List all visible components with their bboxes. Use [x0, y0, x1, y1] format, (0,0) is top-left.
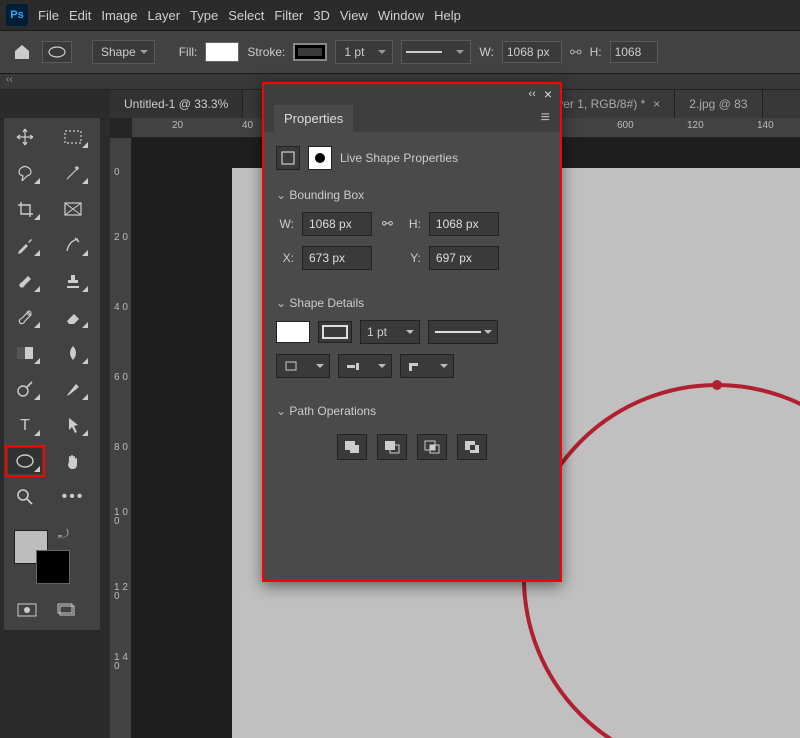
height-input[interactable]: [610, 41, 658, 63]
color-swatches: ⤾: [8, 526, 96, 586]
tools-panel: T ••• ⤾: [4, 118, 100, 630]
type-tool[interactable]: T: [8, 412, 42, 438]
menu-filter[interactable]: Filter: [274, 8, 303, 23]
collapse-icon[interactable]: ‹‹: [528, 88, 535, 100]
eyedropper-tool[interactable]: [8, 232, 42, 258]
width-input[interactable]: [502, 41, 562, 63]
stroke-weight-dropdown[interactable]: 1 pt: [360, 320, 420, 344]
ruler-vertical: 0 2 0 4 0 6 0 8 0 1 0 0 1 2 0 1 4 0: [110, 138, 132, 738]
width-label: W:: [479, 45, 493, 59]
menu-layer[interactable]: Layer: [148, 8, 181, 23]
stroke-caps-dropdown[interactable]: [338, 354, 392, 378]
menu-type[interactable]: Type: [190, 8, 218, 23]
fill-label: Fill:: [179, 45, 198, 59]
anchor-top[interactable]: [712, 380, 722, 390]
crop-tool[interactable]: [8, 196, 42, 222]
history-brush-tool[interactable]: [8, 304, 42, 330]
options-bar: Shape Fill: Stroke: 1 pt W: ⚯ H:: [0, 30, 800, 74]
bb-width-label: W:: [276, 217, 294, 231]
pathop-combine[interactable]: [337, 434, 367, 460]
shape-mode-dropdown[interactable]: Shape: [92, 40, 155, 64]
marquee-tool[interactable]: [56, 124, 90, 150]
pathop-exclude[interactable]: [457, 434, 487, 460]
close-icon[interactable]: ×: [653, 97, 660, 111]
menu-image[interactable]: Image: [101, 8, 137, 23]
zoom-tool[interactable]: [8, 484, 42, 510]
pathop-subtract[interactable]: [377, 434, 407, 460]
menu-edit[interactable]: Edit: [69, 8, 91, 23]
stroke-align-dropdown[interactable]: [276, 354, 330, 378]
bounding-box-section[interactable]: Bounding Box: [276, 188, 548, 202]
ellipse-shape-preview[interactable]: [42, 41, 72, 63]
link-wh-icon[interactable]: ⚯: [380, 216, 395, 232]
menu-bar: Ps File Edit Image Layer Type Select Fil…: [0, 0, 800, 30]
bb-x-input[interactable]: [302, 246, 372, 270]
shape-details-section[interactable]: Shape Details: [276, 296, 548, 310]
magic-wand-tool[interactable]: [56, 160, 90, 186]
menu-window[interactable]: Window: [378, 8, 424, 23]
menu-file[interactable]: File: [38, 8, 59, 23]
swap-colors-icon[interactable]: ⤾: [58, 526, 69, 542]
mask-thumb-icon: [308, 146, 332, 170]
link-icon[interactable]: ⚯: [570, 44, 582, 61]
background-swatch[interactable]: [36, 550, 70, 584]
tab-active[interactable]: Untitled-1 @ 33.3%: [110, 90, 243, 118]
stamp-tool[interactable]: [56, 268, 90, 294]
bb-y-input[interactable]: [429, 246, 499, 270]
close-icon[interactable]: ×: [544, 86, 552, 102]
svg-text:T: T: [20, 417, 30, 433]
stroke-label: Stroke:: [247, 45, 285, 59]
bb-height-label: H:: [403, 217, 421, 231]
more-tools[interactable]: •••: [56, 484, 90, 510]
panel-menu-icon[interactable]: ≡: [541, 109, 550, 127]
menu-view[interactable]: View: [340, 8, 368, 23]
stroke-corners-dropdown[interactable]: [400, 354, 454, 378]
eraser-tool[interactable]: [56, 304, 90, 330]
properties-tab[interactable]: Properties: [274, 105, 353, 132]
menu-select[interactable]: Select: [228, 8, 264, 23]
healing-tool[interactable]: [56, 232, 90, 258]
fill-color-swatch[interactable]: [276, 321, 310, 343]
ps-logo: Ps: [6, 4, 28, 26]
menu-help[interactable]: Help: [434, 8, 461, 23]
tab-2jpg[interactable]: 2.jpg @ 83: [675, 90, 762, 118]
menu-3d[interactable]: 3D: [313, 8, 330, 23]
hand-tool[interactable]: [56, 448, 90, 474]
lasso-tool[interactable]: [8, 160, 42, 186]
brush-tool[interactable]: [8, 268, 42, 294]
bb-width-input[interactable]: [302, 212, 372, 236]
stroke-color-swatch[interactable]: [318, 321, 352, 343]
home-button[interactable]: [10, 40, 34, 64]
bb-height-input[interactable]: [429, 212, 499, 236]
path-operations-section[interactable]: Path Operations: [276, 404, 548, 418]
shape-outline-icon: [276, 146, 300, 170]
bb-x-label: X:: [276, 251, 294, 265]
blur-tool[interactable]: [56, 340, 90, 366]
fill-swatch[interactable]: [205, 42, 239, 62]
stroke-style-dropdown[interactable]: [401, 40, 471, 64]
home-icon: [13, 43, 31, 61]
height-label: H:: [590, 45, 602, 59]
stroke-type-dropdown[interactable]: [428, 320, 498, 344]
ellipse-tool[interactable]: [8, 448, 42, 474]
ellipse-shape[interactable]: [522, 383, 800, 738]
live-shape-label: Live Shape Properties: [340, 151, 458, 165]
tab-layer[interactable]: yer 1, RGB/8#) *×: [543, 90, 675, 118]
frame-tool[interactable]: [56, 196, 90, 222]
move-tool[interactable]: [8, 124, 42, 150]
gradient-tool[interactable]: [8, 340, 42, 366]
properties-panel: ‹‹ × Properties ≡ Live Shape Properties …: [262, 82, 562, 582]
path-select-tool[interactable]: [56, 412, 90, 438]
dodge-tool[interactable]: [8, 376, 42, 402]
bb-y-label: Y:: [403, 251, 421, 265]
pathop-intersect[interactable]: [417, 434, 447, 460]
pen-tool[interactable]: [56, 376, 90, 402]
screenmode-icon[interactable]: [54, 600, 80, 620]
quickmask-icon[interactable]: [14, 600, 40, 620]
stroke-width-dropdown[interactable]: 1 pt: [335, 40, 393, 64]
stroke-swatch[interactable]: [293, 43, 327, 61]
